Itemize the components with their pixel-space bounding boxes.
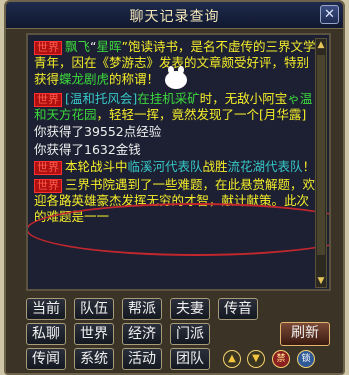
message-text: ゃ: [287, 90, 300, 106]
message-text: 临溪河代表队: [127, 159, 203, 174]
chat-log-panel[interactable]: 世界 飘飞“星晖”饱读诗书，是名不虚传的三界文学青年，因在《梦游志》发表的文章颇受…: [26, 33, 331, 291]
channel-tag: 世界: [34, 179, 62, 193]
channel-tag: 世界: [34, 92, 62, 107]
channel-button-guild[interactable]: 帮派: [122, 298, 162, 320]
message-text: 星晖: [96, 39, 122, 54]
channel-button-rumor[interactable]: 传闻: [26, 348, 66, 370]
channel-button-couple[interactable]: 夫妻: [170, 298, 210, 320]
scroll-up-arrow-icon[interactable]: ▲: [316, 39, 326, 51]
chat-message: 你获得了39552点经验: [34, 124, 316, 140]
channel-button-system[interactable]: 系统: [74, 348, 114, 370]
channel-button-team[interactable]: 队伍: [74, 298, 114, 320]
chat-message: 世界 飘飞“星晖”饱读诗书，是名不虚传的三界文学青年，因在《梦游志》发表的文章颇受…: [34, 39, 316, 89]
message-text: 流花湖代表队: [227, 159, 303, 174]
message-text: 三界书院遇到了一些难题，在此悬赏解题，欢迎各路英雄豪杰发挥无穷的才智，献计献策。…: [34, 177, 316, 224]
chat-log-content: 世界 飘飞“星晖”饱读诗书，是名不虚传的三界文学青年，因在《梦游志》发表的文章颇受…: [34, 39, 316, 226]
message-text: ，轻轻一挥，竟然发现了一个[月华露]: [96, 106, 307, 122]
chat-history-window: 聊天记录查询 ✕ 世界 飘飞“星晖”饱读诗书，是名不虚传的三界文学青年，因在《梦游…: [4, 0, 345, 375]
channel-button-sect[interactable]: 门派: [170, 323, 210, 345]
channel-button-activity[interactable]: 活动: [122, 348, 162, 370]
chat-log-scrollbar[interactable]: ▲ ▼: [315, 38, 327, 288]
channel-button-whisper[interactable]: 传音: [218, 298, 258, 320]
window-title: 聊天记录查询: [129, 9, 220, 25]
channel-button-private[interactable]: 私聊: [26, 323, 66, 345]
bear-sticker-icon: [165, 65, 188, 89]
channel-tag: 世界: [34, 41, 62, 55]
scroll-down-icon[interactable]: ▼: [247, 350, 265, 368]
message-text: 你获得了39552点经验: [34, 124, 162, 139]
message-text: 战胜: [202, 159, 228, 174]
message-text: 你获得了1632金钱: [34, 141, 141, 157]
message-text: 蝶龙剧虎: [59, 71, 110, 86]
message-text: 的称谓！: [109, 71, 160, 86]
chat-message: 世界 三界书院遇到了一些难题，在此悬赏解题，欢迎各路英雄豪杰发挥无穷的才智，献计献…: [34, 177, 316, 224]
message-text: 时，无敌小阿宝: [199, 90, 288, 106]
lock-icon[interactable]: 锁: [297, 350, 315, 368]
channel-button-group[interactable]: 团队: [170, 348, 210, 370]
title-bar: 聊天记录查询 ✕: [6, 2, 343, 29]
chat-message: 世界 本轮战斗中临溪河代表队战胜流花湖代表队！: [34, 159, 316, 175]
scroll-down-arrow-icon[interactable]: ▼: [316, 275, 326, 287]
message-text: 本轮战斗中: [65, 159, 128, 174]
channel-tag: 世界: [34, 161, 62, 175]
refresh-button[interactable]: 刷新: [280, 322, 330, 346]
message-text: ！: [302, 159, 316, 174]
close-button[interactable]: ✕: [320, 5, 339, 24]
scroll-thumb[interactable]: [317, 55, 325, 255]
channel-button-current[interactable]: 当前: [26, 298, 66, 320]
channel-button-world[interactable]: 世界: [74, 323, 114, 345]
scroll-up-icon[interactable]: ▲: [223, 350, 241, 368]
message-text: [温和托风会]: [65, 90, 138, 106]
chat-message: 你获得了1632金钱: [34, 142, 316, 158]
channel-button-economy[interactable]: 经济: [122, 323, 162, 345]
chat-message: 世界 [温和托风会]在挂机采矿时，无敌小阿宝ゃ温和天方花园，轻轻一挥，竟然发现了一…: [34, 91, 316, 123]
message-text: 在挂机采矿: [137, 90, 200, 106]
message-text: 飘飞: [65, 39, 91, 54]
block-icon[interactable]: 禁: [272, 350, 290, 368]
